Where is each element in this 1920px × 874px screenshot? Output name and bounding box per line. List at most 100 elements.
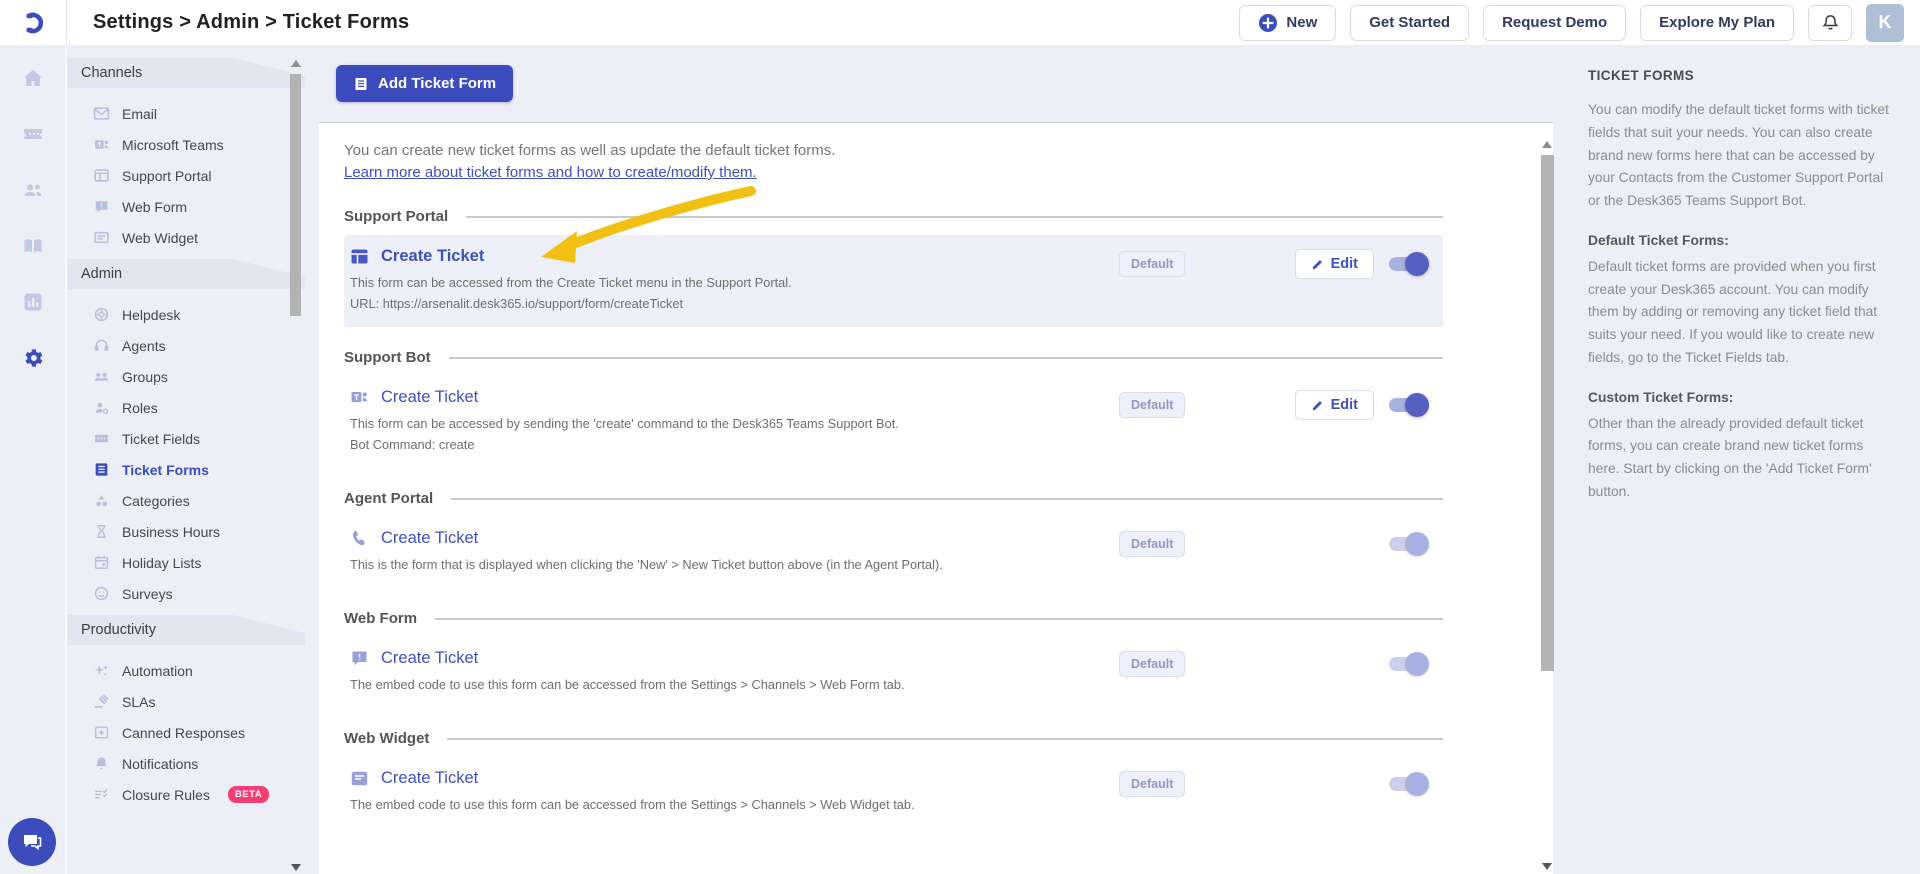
sidebar-item-business-hours[interactable]: Business Hours bbox=[93, 516, 305, 547]
gavel-icon bbox=[93, 693, 110, 710]
help-panel-intro: You can modify the default ticket forms … bbox=[1588, 102, 1889, 208]
section-heading: Support Bot bbox=[344, 349, 431, 366]
default-badge: Default bbox=[1119, 392, 1186, 418]
sidebar-item-ticket-fields[interactable]: Ticket Fields bbox=[93, 423, 305, 454]
sidebar-item-label: Ticket Fields bbox=[122, 430, 201, 447]
home-icon[interactable] bbox=[21, 66, 45, 90]
beta-badge: BETA bbox=[227, 786, 270, 803]
explore-plan-button[interactable]: Explore My Plan bbox=[1640, 4, 1794, 41]
help-custom-heading: Custom Ticket Forms: bbox=[1588, 389, 1734, 405]
sidebar-section-productivity: Productivity bbox=[67, 615, 305, 645]
teams-icon bbox=[93, 136, 110, 153]
sidebar-item-support-portal[interactable]: Support Portal bbox=[93, 160, 305, 191]
ticket-forms-card: You can create new ticket forms as well … bbox=[319, 122, 1553, 874]
widget-window-icon bbox=[93, 229, 110, 246]
create-ticket-link[interactable]: Create Ticket bbox=[381, 388, 478, 407]
form-description: This is the form that is displayed when … bbox=[350, 557, 943, 572]
form-enabled-toggle[interactable] bbox=[1389, 252, 1429, 276]
sidebar-item-label: Notifications bbox=[122, 755, 199, 772]
browser-window-icon bbox=[350, 247, 369, 266]
section-divider bbox=[447, 737, 1443, 740]
add-ticket-form-button[interactable]: Add Ticket Form bbox=[336, 65, 514, 102]
breadcrumb: Settings > Admin > Ticket Forms bbox=[93, 11, 410, 33]
learn-more-link[interactable]: Learn more about ticket forms and how to… bbox=[344, 162, 757, 184]
support-chat-button[interactable] bbox=[8, 818, 56, 866]
sidebar-item-microsoft-teams[interactable]: Microsoft Teams bbox=[93, 129, 305, 160]
explore-plan-label: Explore My Plan bbox=[1659, 14, 1775, 31]
sidebar-item-email[interactable]: Email bbox=[93, 98, 305, 129]
sidebar-item-web-widget[interactable]: Web Widget bbox=[93, 222, 305, 253]
sidebar-item-automation[interactable]: Automation bbox=[93, 655, 305, 686]
sidebar-scrollbar[interactable] bbox=[289, 58, 302, 874]
sidebar-item-label: Roles bbox=[122, 399, 158, 416]
avatar[interactable]: K bbox=[1866, 3, 1904, 42]
form-enabled-toggle[interactable] bbox=[1389, 772, 1429, 796]
chat-icon bbox=[24, 835, 42, 851]
sidebar-item-label: Business Hours bbox=[122, 523, 221, 540]
content-scrollbar[interactable] bbox=[1540, 139, 1555, 872]
settings-icon[interactable] bbox=[21, 346, 45, 370]
sidebar-item-slas[interactable]: SLAs bbox=[93, 686, 305, 717]
notifications-button[interactable] bbox=[1808, 4, 1852, 41]
scroll-up-arrow-icon[interactable] bbox=[1542, 141, 1552, 148]
section-support-portal: Support Portal Create Ticket This form c… bbox=[344, 208, 1443, 327]
top-bar: Settings > Admin > Ticket Forms New Get … bbox=[0, 0, 1920, 46]
create-ticket-link[interactable]: Create Ticket bbox=[381, 529, 478, 548]
scroll-up-arrow-icon[interactable] bbox=[291, 60, 301, 67]
help-panel: TICKET FORMS You can modify the default … bbox=[1564, 46, 1920, 874]
new-button[interactable]: New bbox=[1239, 4, 1337, 41]
request-demo-label: Request Demo bbox=[1502, 14, 1608, 31]
help-default-heading: Default Ticket Forms: bbox=[1588, 232, 1729, 248]
edit-button[interactable]: Edit bbox=[1294, 249, 1374, 279]
form-enabled-toggle[interactable] bbox=[1389, 532, 1429, 556]
form-icon bbox=[355, 77, 367, 90]
browser-window-icon bbox=[93, 167, 110, 184]
create-ticket-link[interactable]: Create Ticket bbox=[381, 247, 484, 266]
create-ticket-link[interactable]: Create Ticket bbox=[381, 649, 478, 668]
sidebar-item-surveys[interactable]: Surveys bbox=[93, 578, 305, 609]
create-ticket-link[interactable]: Create Ticket bbox=[381, 769, 478, 788]
section-web-widget: Web Widget Create Ticket The embed code … bbox=[344, 730, 1443, 828]
sidebar-item-agents[interactable]: Agents bbox=[93, 330, 305, 361]
edit-button[interactable]: Edit bbox=[1294, 390, 1374, 420]
scrollbar-thumb[interactable] bbox=[1541, 155, 1554, 671]
toggle-knob bbox=[1405, 652, 1429, 676]
sidebar-item-holiday-lists[interactable]: Holiday Lists bbox=[93, 547, 305, 578]
form-enabled-toggle[interactable] bbox=[1389, 652, 1429, 676]
scroll-down-arrow-icon[interactable] bbox=[291, 864, 301, 871]
request-demo-button[interactable]: Request Demo bbox=[1483, 4, 1627, 41]
chat-bubble-icon bbox=[350, 649, 369, 668]
tickets-icon[interactable] bbox=[21, 122, 45, 146]
sidebar-item-ticket-forms[interactable]: Ticket Forms bbox=[93, 454, 305, 485]
edit-label: Edit bbox=[1330, 256, 1358, 272]
form-description: This form can be accessed from the Creat… bbox=[350, 275, 792, 290]
get-started-button[interactable]: Get Started bbox=[1350, 4, 1470, 41]
sidebar-item-roles[interactable]: Roles bbox=[93, 392, 305, 423]
sidebar-item-label: Closure Rules bbox=[122, 786, 210, 803]
app-window: Settings > Admin > Ticket Forms New Get … bbox=[0, 0, 1920, 874]
sidebar-item-notifications[interactable]: Notifications bbox=[93, 748, 305, 779]
scroll-down-arrow-icon[interactable] bbox=[1542, 863, 1552, 870]
sidebar-item-web-form[interactable]: Web Form bbox=[93, 191, 305, 222]
app-logo[interactable] bbox=[0, 0, 67, 45]
knowledge-base-icon[interactable] bbox=[21, 234, 45, 258]
ticket-form-row: Create Ticket This form can be accessed … bbox=[344, 376, 1443, 468]
sidebar-item-helpdesk[interactable]: Helpdesk bbox=[93, 299, 305, 330]
section-web-form: Web Form Create Ticket The embed code to… bbox=[344, 610, 1443, 708]
phone-icon bbox=[350, 529, 369, 548]
reports-icon[interactable] bbox=[21, 290, 45, 314]
scrollbar-thumb[interactable] bbox=[290, 74, 301, 316]
form-enabled-toggle[interactable] bbox=[1389, 393, 1429, 417]
form-description: The embed code to use this form can be a… bbox=[350, 677, 905, 692]
sidebar-item-closure-rules[interactable]: Closure Rules BETA bbox=[93, 779, 305, 810]
sidebar-item-canned-responses[interactable]: Canned Responses bbox=[93, 717, 305, 748]
sidebar-item-label: Support Portal bbox=[122, 167, 212, 184]
contacts-icon[interactable] bbox=[21, 178, 45, 202]
desk365-logo-icon bbox=[26, 12, 44, 33]
ticket-form-row: Create Ticket This form can be accessed … bbox=[344, 235, 1443, 327]
sidebar-section-admin: Admin bbox=[67, 259, 305, 289]
sidebar-item-categories[interactable]: Categories bbox=[93, 485, 305, 516]
sidebar-item-groups[interactable]: Groups bbox=[93, 361, 305, 392]
ticket-form-row: Create Ticket The embed code to use this… bbox=[344, 637, 1443, 708]
toggle-knob bbox=[1405, 772, 1429, 796]
